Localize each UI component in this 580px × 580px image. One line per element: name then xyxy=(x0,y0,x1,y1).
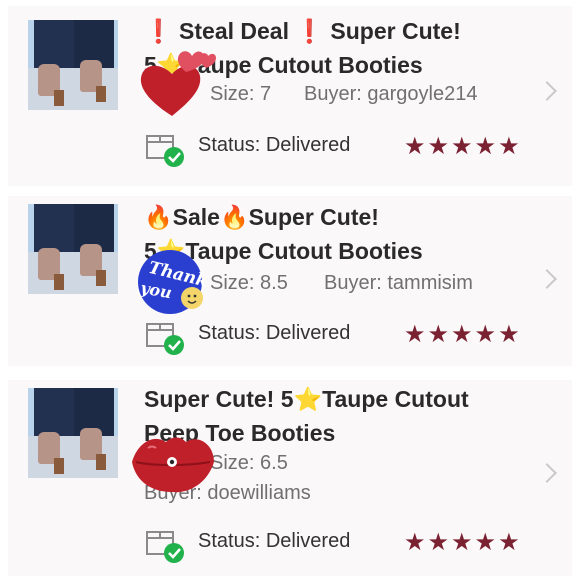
status-label: Status: xyxy=(198,134,261,156)
order-card[interactable]: 🔥Sale🔥Super Cute! 5⭐Taupe Cutout Booties… xyxy=(8,196,572,366)
status-value: Delivered xyxy=(265,530,351,552)
chevron-right-icon[interactable] xyxy=(537,81,557,101)
star-icon: ★ xyxy=(427,529,452,556)
status-value: Delivered xyxy=(265,322,351,344)
product-thumbnail xyxy=(28,204,118,294)
star-icon: ★ xyxy=(404,321,428,348)
status-text: Status: Delivered xyxy=(198,134,350,157)
buyer-text: Buyer: gargoyle214 xyxy=(304,83,478,105)
status-text: Status: Delivered xyxy=(198,530,350,553)
thank-you-sticker: Thank you xyxy=(138,250,210,314)
size-text: Size: 6.5 xyxy=(210,452,288,474)
order-card[interactable]: ❗ Steal Deal ❗ Super Cute! 5⭐Taupe Cutou… xyxy=(8,6,572,186)
status-label: Status: xyxy=(198,530,261,552)
star-icon: ★ xyxy=(474,133,499,160)
star-icon: ★ xyxy=(474,321,499,348)
star-icon: ★ xyxy=(451,133,475,160)
delivered-box-icon xyxy=(146,323,184,355)
buyer-text: Buyer: tammisim xyxy=(324,272,473,294)
star-icon: ★ xyxy=(404,133,428,160)
product-thumbnail xyxy=(28,20,118,110)
product-thumbnail xyxy=(28,388,118,478)
star-icon: ★ xyxy=(498,133,522,160)
rating-stars: ★★★★★ xyxy=(404,132,522,161)
star-icon: ★ xyxy=(474,529,499,556)
star-icon: ★ xyxy=(451,321,475,348)
status-value: Delivered xyxy=(265,134,351,156)
rating-stars: ★★★★★ xyxy=(404,320,522,349)
status-text: Status: Delivered xyxy=(198,322,350,345)
listing-title-line1: Super Cute! 5⭐Taupe Cutout xyxy=(144,386,469,412)
star-icon: ★ xyxy=(427,321,452,348)
lips-sticker xyxy=(132,437,214,493)
chevron-right-icon[interactable] xyxy=(537,463,557,483)
star-icon: ★ xyxy=(498,529,522,556)
star-icon: ★ xyxy=(404,529,428,556)
star-icon: ★ xyxy=(498,321,522,348)
hearts-sticker xyxy=(140,51,216,116)
status-label: Status: xyxy=(198,322,261,344)
size-text: Size: 8.5 xyxy=(210,272,288,294)
rating-stars: ★★★★★ xyxy=(404,528,522,557)
delivered-box-icon xyxy=(146,135,184,167)
delivered-box-icon xyxy=(146,531,184,563)
listing-title-line1: 🔥Sale🔥Super Cute! xyxy=(144,204,379,230)
chevron-right-icon[interactable] xyxy=(537,269,557,289)
star-icon: ★ xyxy=(427,133,452,160)
star-icon: ★ xyxy=(451,529,475,556)
order-card[interactable]: Super Cute! 5⭐Taupe Cutout Peep Toe Boot… xyxy=(8,380,572,576)
